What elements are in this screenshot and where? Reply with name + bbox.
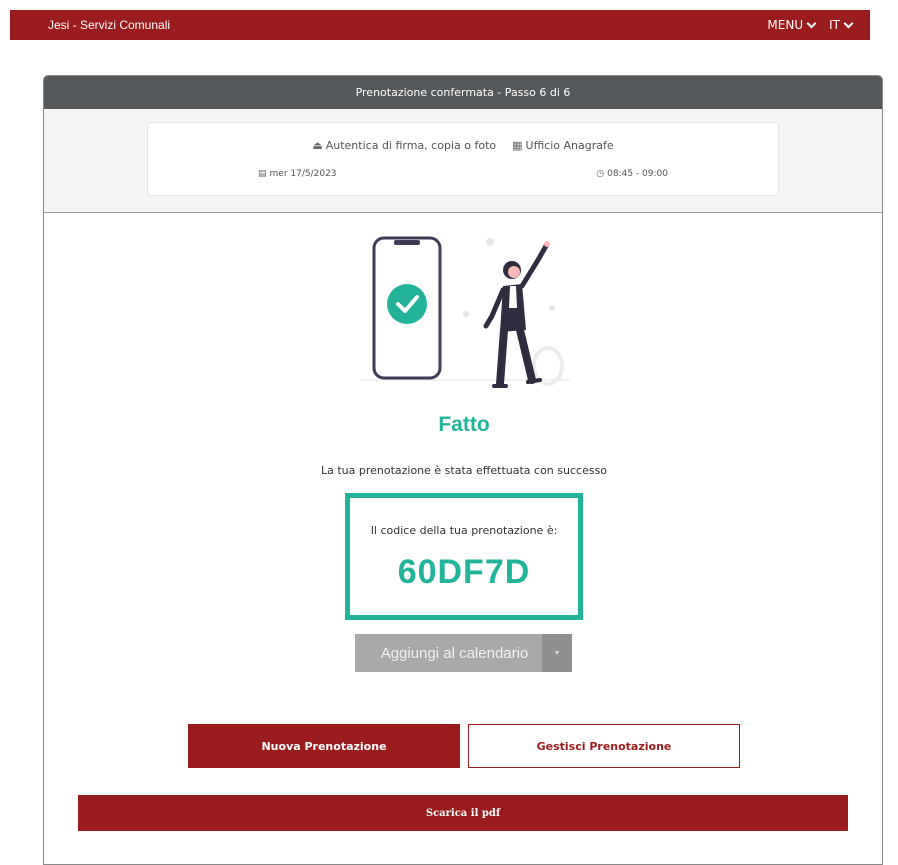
language-dropdown[interactable]: IT [829,18,854,32]
figure-lower-arm [483,287,506,329]
summary-area: ⏏ Autentica di firma, copia o foto ▦ Uffic… [44,109,882,213]
menu-label: MENU [767,18,804,32]
eject-icon: ⏏ [312,139,323,152]
summary-datetime-row: ▤ mer 17/5/2023 ◷ 08:45 - 09:00 [258,169,668,179]
top-navbar: Jesi - Servizi Comunali MENU IT [10,10,870,40]
building-icon: ▦ [512,139,523,152]
booking-code-box: Il codice della tua prenotazione è: 60DF… [345,493,583,620]
figure-face [508,266,520,278]
summary-time: ◷ 08:45 - 09:00 [596,169,668,179]
service-name: Autentica di firma, copia o foto [325,139,497,152]
success-illustration [360,236,570,388]
figure-hand [544,241,550,247]
success-message: La tua prenotazione è stata effettuata c… [320,464,608,477]
decor-dot [463,311,469,317]
phone-notch [394,240,420,245]
booking-code-label: Il codice della tua prenotazione è: [370,524,558,537]
navbar-right: MENU IT [767,18,854,32]
panel-header: Prenotazione confermata - Passo 6 di 6 [44,76,882,109]
site-brand[interactable]: Jesi - Servizi Comunali [48,18,170,32]
caret-down-icon[interactable]: ▼ [542,634,572,672]
celebrating-woman-figure [483,241,550,388]
calendar-icon: ▤ [258,169,267,179]
booking-summary-card: ⏏ Autentica di firma, copia o foto ▦ Uffic… [147,122,779,196]
language-label: IT [829,18,840,32]
figure-shirt [509,286,517,308]
download-pdf-button[interactable]: Scarica il pdf [78,795,848,831]
manage-booking-button[interactable]: Gestisci Prenotazione [468,724,740,768]
figure-raised-arm [519,243,549,289]
action-buttons: Nuova Prenotazione Gestisci Prenotazione [188,724,740,768]
summary-date: ▤ mer 17/5/2023 [258,169,337,179]
summary-office: ▦ Ufficio Anagrafe [512,139,614,152]
figure-legs [496,326,536,388]
booking-code: 60DF7D [397,553,531,591]
chevron-down-icon [806,18,817,28]
booking-date: mer 17/5/2023 [269,169,337,179]
check-circle-icon [387,284,427,324]
booking-panel: Prenotazione confermata - Passo 6 di 6 ⏏… [43,75,883,865]
new-booking-button[interactable]: Nuova Prenotazione [188,724,460,768]
menu-dropdown[interactable]: MENU [767,18,817,32]
booking-time: 08:45 - 09:00 [607,169,668,179]
decor-dot [486,238,494,246]
office-name: Ufficio Anagrafe [525,139,614,152]
summary-service-row: ⏏ Autentica di firma, copia o foto ▦ Uffic… [148,139,778,152]
success-title: Fatto [438,413,490,436]
add-to-calendar-button[interactable]: Aggiungi al calendario ▼ [355,634,572,672]
chevron-down-icon [843,18,854,28]
decor-dot [549,305,555,311]
add-to-calendar-label: Aggiungi al calendario [380,644,529,662]
clock-icon: ◷ [596,169,605,179]
summary-service: ⏏ Autentica di firma, copia o foto [312,139,496,152]
